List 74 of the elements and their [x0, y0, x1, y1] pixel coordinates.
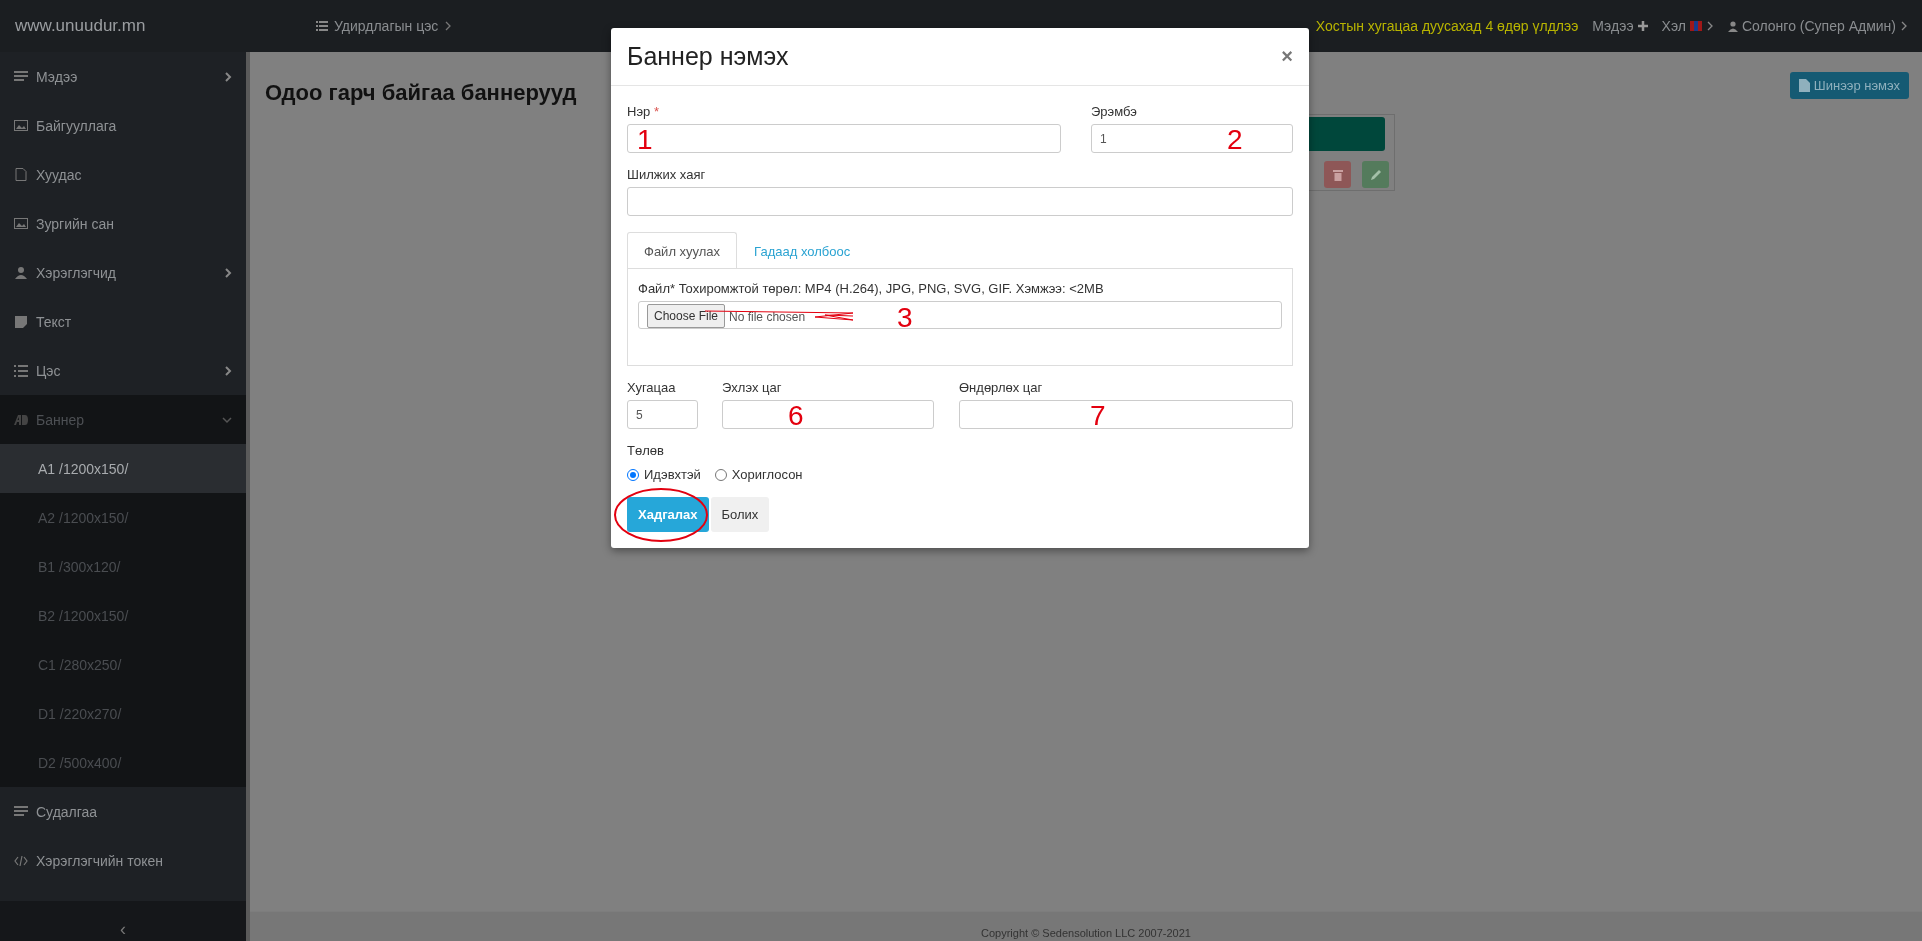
page-title: Одоо гарч байгаа баннерууд [265, 80, 577, 106]
start-time-field[interactable]: 6 [722, 400, 934, 429]
lines-icon [14, 804, 28, 819]
sidebar-item[interactable]: Цэс [0, 346, 246, 395]
radio-label: Хориглосон [731, 467, 803, 482]
duration-field[interactable]: 5 [627, 400, 698, 429]
field-label: Өндөрлөх цаг [959, 380, 1044, 395]
expiry-notice: Хостын хугацаа дуусахад 4 өдөр үлдлээ [1315, 18, 1579, 34]
field-label: Эхлэх цаг [722, 380, 783, 395]
file-hint: Файл* Тохиромжтой төрөл: MP4 (H.264), JPG, PNG, SVG, GIF. Хэмжээ: <2MB [638, 281, 1105, 296]
field-label: Нэр * [627, 104, 660, 119]
file-icon [14, 167, 28, 182]
ad-icon [14, 412, 28, 427]
choose-file-button[interactable]: Choose File [647, 304, 726, 328]
code-icon [14, 853, 28, 868]
image-icon [14, 216, 28, 231]
save-button[interactable]: Хадгалах [627, 497, 709, 532]
field-label: Хугацаа [627, 380, 677, 395]
name-field[interactable]: 1 [627, 124, 1061, 153]
list-icon [316, 20, 328, 32]
close-button[interactable]: × [1281, 45, 1293, 68]
flag-icon [1689, 21, 1702, 31]
sidebar-item[interactable]: Байгууллага [0, 101, 246, 150]
end-time-field[interactable]: 7 [959, 400, 1293, 429]
language-menu[interactable]: Хэл [1661, 18, 1714, 34]
field-label: Эрэмбэ [1091, 104, 1138, 119]
sidebar-item[interactable]: Зургийн сан [0, 199, 246, 248]
annotation-number: 3 [897, 304, 913, 332]
sidebar-item[interactable]: Мэдээ [0, 52, 246, 101]
field-label: Шилжих хаяг [627, 167, 707, 182]
delete-button[interactable] [1324, 161, 1351, 188]
trash-icon [1332, 168, 1343, 181]
user-icon [14, 265, 28, 280]
radio-button[interactable] [714, 468, 727, 481]
annotation-number: 6 [788, 402, 804, 430]
user-menu[interactable]: Солонго (Супер Админ) [1727, 18, 1908, 34]
pencil-icon [1369, 168, 1382, 181]
plus-icon [1637, 21, 1648, 31]
dialog-title: Баннер нэмэх [627, 42, 789, 71]
document-icon [1798, 79, 1810, 92]
sidebar-item[interactable]: Текст [0, 297, 246, 346]
sidebar-item[interactable]: Хэрэглэгчид [0, 248, 246, 297]
radio-button[interactable] [627, 468, 639, 481]
site-name: www.unuudur.mn [14, 16, 147, 36]
file-input[interactable]: Choose File No file chosen 3 [638, 301, 1282, 329]
sidebar-item[interactable]: Хуудас [0, 150, 246, 199]
sidebar-item[interactable]: Хэрэглэгчийн токен [0, 836, 246, 885]
tab[interactable]: Гадаад холбоос [737, 232, 868, 269]
field-label: Төлөв [627, 443, 665, 458]
chevron-right-icon [1705, 21, 1714, 31]
sidebar-item[interactable]: Судалгаа [0, 787, 246, 836]
collapse-button[interactable]: ‹ [0, 901, 246, 941]
add-new-button[interactable]: Шинээр нэмэх [1789, 72, 1909, 99]
note-icon [14, 314, 28, 329]
admin-menu-link[interactable]: Удирдлагын цэс [316, 18, 453, 34]
image-icon [14, 118, 28, 133]
list-icon [14, 363, 28, 378]
annotation-number: 1 [637, 126, 653, 154]
chevron-right-icon [444, 21, 453, 31]
chevron-right-icon [1900, 21, 1908, 31]
lines-icon [14, 69, 28, 84]
sidebar-subitem[interactable]: A1 /1200x150/ [0, 444, 246, 493]
edit-button[interactable] [1362, 161, 1389, 188]
file-status: No file chosen [729, 310, 806, 326]
copyright-text: Copyright © Sedensolution LLC 2007-2021 [981, 927, 1191, 939]
link-field[interactable] [627, 187, 1293, 216]
annotation-number: 7 [1090, 402, 1106, 430]
user-icon [1727, 20, 1738, 32]
tab[interactable]: Файл хуулах [627, 232, 738, 269]
cancel-button[interactable]: Болих [710, 497, 770, 532]
news-link[interactable]: Мэдээ [1592, 18, 1648, 34]
annotation-number: 2 [1227, 126, 1243, 154]
radio-label: Идэвхтэй [644, 467, 701, 482]
order-field[interactable]: 1 2 [1091, 124, 1293, 153]
